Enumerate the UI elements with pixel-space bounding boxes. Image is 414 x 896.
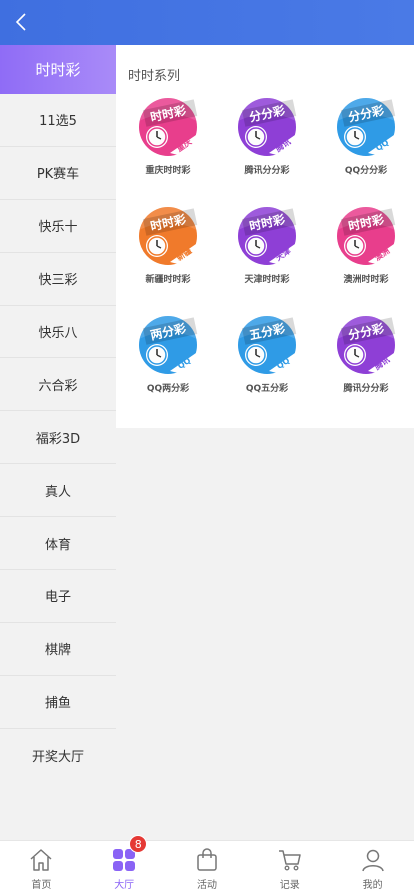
- user-icon: [361, 849, 384, 872]
- tab-hall[interactable]: 8 大厅: [83, 835, 166, 896]
- sidebar-item-pk10[interactable]: PK赛车: [0, 147, 116, 200]
- bag-icon: [197, 848, 217, 871]
- sidebar-item-slots[interactable]: 电子: [0, 570, 116, 623]
- game-name: QQ两分彩: [146, 384, 190, 394]
- game-name: 天津时时彩: [244, 275, 290, 285]
- chevron-left-icon: [15, 13, 26, 31]
- lottery-badge-icon: 分分彩QQ: [337, 98, 396, 156]
- tab-activity[interactable]: 活动: [166, 841, 249, 896]
- tab-profile[interactable]: 我的: [331, 841, 414, 896]
- sidebar-item-results[interactable]: 开奖大厅: [0, 729, 116, 782]
- tab-label: 首页: [31, 880, 52, 891]
- game-name: QQ五分彩: [245, 384, 289, 394]
- game-tile[interactable]: 分分彩 QQ QQ分分彩: [316, 97, 414, 197]
- category-sidebar: 时时彩 11选5 PK赛车 快乐十 快三彩 快乐八 六合彩 福彩3D 真人 体育…: [0, 45, 116, 840]
- game-tile[interactable]: 时时彩 澳洲澳洲时时彩: [316, 206, 414, 306]
- game-name: QQ分分彩: [344, 166, 388, 176]
- home-icon: [30, 849, 52, 871]
- sidebar-item-fishing[interactable]: 捕鱼: [0, 676, 116, 729]
- lottery-badge-icon: 分分彩腾讯: [238, 98, 297, 156]
- sidebar-item-11x5[interactable]: 11选5: [0, 94, 116, 147]
- bottom-tab-bar: 首页 8 大厅 活动 记录 我的: [0, 835, 414, 896]
- lottery-badge-icon: 时时彩重庆: [139, 98, 198, 156]
- tab-label: 大厅: [114, 880, 135, 891]
- game-tile[interactable]: 分分彩 腾讯腾讯分分彩: [217, 97, 317, 197]
- game-tile[interactable]: 两分彩 QQ QQ两分彩: [118, 315, 218, 415]
- sidebar-item-k3[interactable]: 快三彩: [0, 253, 116, 306]
- game-name: 腾讯分分彩: [244, 166, 290, 176]
- game-tile[interactable]: 分分彩 腾讯腾讯分分彩: [316, 315, 414, 415]
- game-name: 重庆时时彩: [145, 166, 191, 176]
- sidebar-item-ssc[interactable]: 时时彩: [0, 45, 116, 94]
- tab-label: 我的: [362, 880, 383, 891]
- notification-badge: 8: [129, 835, 148, 853]
- app-root: 时时彩 11选5 PK赛车 快乐十 快三彩 快乐八 六合彩 福彩3D 真人 体育…: [0, 0, 414, 896]
- tab-home[interactable]: 首页: [0, 841, 83, 896]
- game-name: 腾讯分分彩: [343, 384, 389, 394]
- game-name: 澳洲时时彩: [343, 275, 389, 285]
- lottery-badge-icon: 时时彩澳洲: [337, 207, 396, 265]
- lottery-badge-icon: 分分彩腾讯: [337, 316, 396, 374]
- tab-records[interactable]: 记录: [248, 841, 331, 896]
- lottery-badge-icon: 时时彩天津: [238, 207, 297, 265]
- lottery-badge-icon: 两分彩QQ: [139, 316, 198, 374]
- game-tile[interactable]: 五分彩 QQ QQ五分彩: [217, 315, 317, 415]
- lottery-badge-icon: 时时彩新疆: [139, 207, 198, 265]
- back-button[interactable]: [8, 8, 36, 36]
- game-tile[interactable]: 时时彩 重庆重庆时时彩: [118, 97, 218, 197]
- sidebar-item-fc3d[interactable]: 福彩3D: [0, 411, 116, 465]
- game-tile[interactable]: 时时彩 天津天津时时彩: [217, 206, 317, 306]
- sidebar-item-lhc[interactable]: 六合彩: [0, 358, 116, 412]
- sidebar-item-chess[interactable]: 棋牌: [0, 623, 116, 676]
- game-panel: 时时系列 时时彩 重庆 重庆时时彩 分分彩 腾讯 腾讯分分彩 分分彩 QQ QQ分分彩 时时彩 新疆…: [116, 45, 414, 428]
- section-title: 时时系列: [128, 69, 181, 84]
- sidebar-item-sports[interactable]: 体育: [0, 517, 116, 571]
- sidebar-item-kl8[interactable]: 快乐八: [0, 306, 116, 359]
- game-tile[interactable]: 时时彩 新疆新疆时时彩: [118, 206, 218, 306]
- sidebar-item-live[interactable]: 真人: [0, 464, 116, 518]
- game-name: 新疆时时彩: [145, 275, 191, 285]
- top-bar: [0, 0, 414, 45]
- tab-label: 活动: [196, 880, 217, 891]
- tab-label: 记录: [279, 880, 300, 891]
- cart-icon: [278, 850, 301, 871]
- sidebar-item-klsf[interactable]: 快乐十: [0, 200, 116, 253]
- lottery-badge-icon: 五分彩QQ: [238, 316, 297, 374]
